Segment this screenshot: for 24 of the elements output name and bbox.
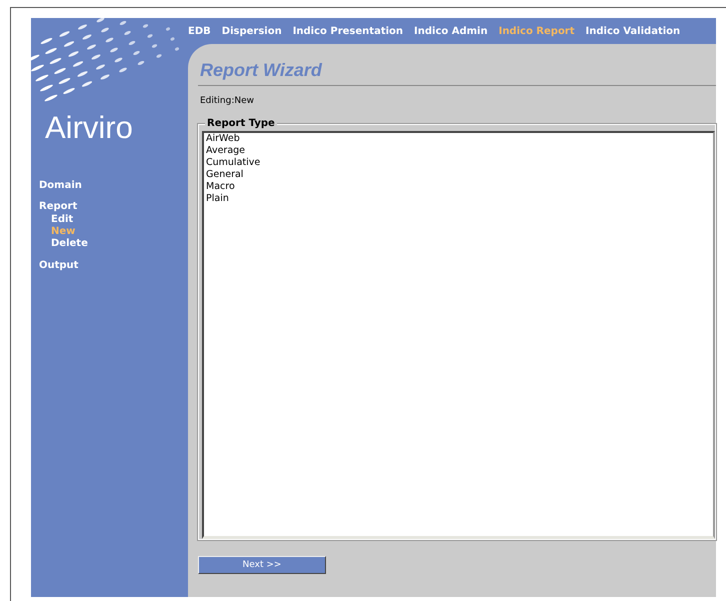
report-type-list[interactable]: AirWeb Average Cumulative General Macro Plain (202, 131, 715, 539)
list-option[interactable]: Macro (206, 181, 711, 193)
sidebar-item[interactable]: Domain (39, 180, 188, 191)
page-title: Report Wizard (198, 44, 716, 86)
editing-status: Editing:New (199, 95, 256, 108)
list-option[interactable]: Cumulative (206, 157, 711, 169)
sidebar-subitem[interactable]: Edit (51, 214, 188, 226)
logo-text: Airviro (45, 110, 133, 146)
nav-tab[interactable]: Indico Admin (414, 26, 488, 36)
list-option[interactable]: Plain (206, 193, 711, 205)
list-option[interactable]: Average (206, 145, 711, 157)
nav-tab[interactable]: Indico Presentation (292, 26, 404, 36)
nav-tab[interactable]: Dispersion (222, 26, 282, 36)
next-button[interactable]: Next >> (198, 556, 326, 574)
sidebar-item[interactable]: Report (39, 201, 188, 212)
sidebar-item[interactable]: Output (39, 260, 188, 271)
nav-tab[interactable]: Indico Validation (586, 26, 680, 36)
list-option[interactable]: General (206, 169, 711, 181)
sidebar-subitem[interactable]: New (51, 226, 188, 238)
sidebar-subitem[interactable]: Delete (51, 238, 188, 250)
fieldset-legend: Report Type (205, 118, 277, 129)
nav-tab[interactable]: Indico Report (498, 26, 575, 36)
list-option[interactable]: AirWeb (206, 133, 711, 145)
nav-tab[interactable]: EDB (188, 26, 211, 36)
